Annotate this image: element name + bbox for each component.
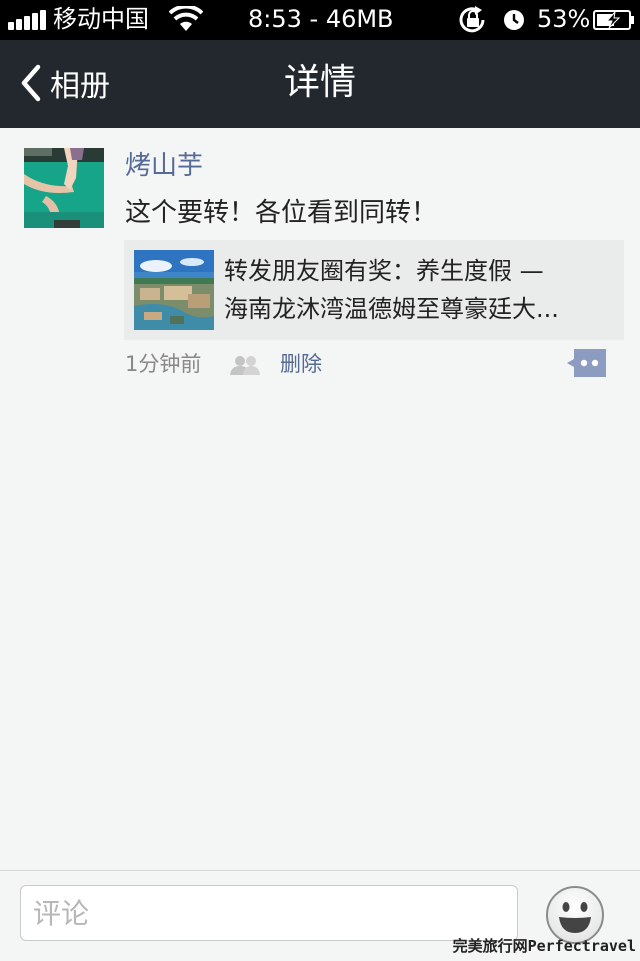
rotation-lock-icon bbox=[459, 6, 485, 33]
battery-percent: 53% bbox=[537, 5, 591, 33]
alarm-icon bbox=[504, 10, 524, 30]
watermark: 完美旅行网Perfectravel bbox=[452, 937, 636, 955]
wifi-icon bbox=[169, 6, 203, 31]
shared-link-card[interactable]: 转发朋友圈有奖：养生度假 — 海南龙沐湾温德姆至尊豪廷大... bbox=[124, 240, 624, 340]
status-time: 8:53 - 46MB bbox=[248, 5, 394, 33]
post-timestamp: 1分钟前 bbox=[125, 352, 202, 376]
post-meta: 1分钟前 删除 bbox=[125, 348, 615, 380]
signal-icon bbox=[8, 10, 48, 30]
nav-bar: 相册 详情 bbox=[0, 40, 640, 128]
visibility-people-icon bbox=[230, 356, 260, 375]
carrier-name: 移动中国 bbox=[53, 5, 149, 33]
shared-link-title-line2: 海南龙沐湾温德姆至尊豪廷大... bbox=[224, 295, 559, 323]
avatar-image bbox=[24, 148, 104, 228]
post-author[interactable]: 烤山芋 bbox=[125, 148, 203, 184]
post-text: 这个要转！各位看到同转！ bbox=[125, 198, 438, 228]
comment-input[interactable] bbox=[20, 885, 518, 941]
page-title: 详情 bbox=[283, 62, 356, 103]
battery-charging-icon bbox=[593, 10, 634, 30]
avatar[interactable] bbox=[24, 148, 104, 228]
shared-link-title-line1: 转发朋友圈有奖：养生度假 — bbox=[224, 257, 544, 285]
status-bar: 移动中国 8:53 - 46MB 53% bbox=[0, 0, 640, 40]
shared-link-thumbnail bbox=[134, 250, 214, 330]
delete-button[interactable]: 删除 bbox=[280, 348, 322, 380]
shared-link-title: 转发朋友圈有奖：养生度假 — 海南龙沐湾温德姆至尊豪廷大... bbox=[224, 252, 610, 328]
comment-bubble-icon[interactable] bbox=[566, 349, 606, 377]
